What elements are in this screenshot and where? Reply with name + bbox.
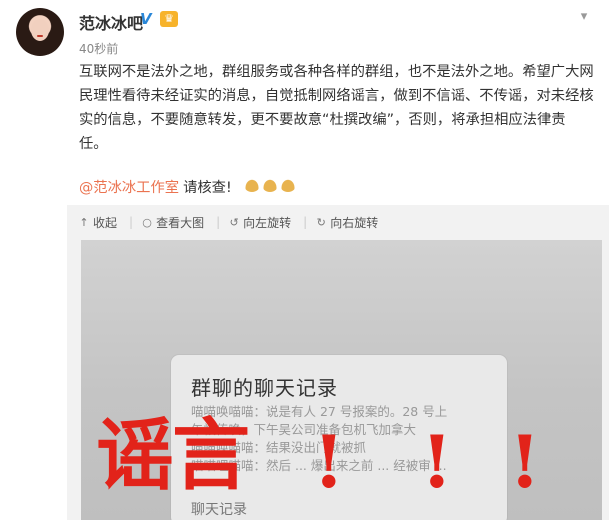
exclamation-mark: ! [509,419,541,504]
rotate-right-button[interactable]: ↻ 向右旋转 [315,214,379,231]
collapse-label: 收起 [93,215,118,230]
post-timestamp[interactable]: 40秒前 [79,40,118,57]
pray-emoji-group [244,177,298,199]
avatar[interactable] [16,8,64,56]
chevron-down-icon[interactable]: ▾ [577,10,591,24]
rotate-left-button[interactable]: ↺ 向左旋转 [228,214,292,231]
search-icon: ○ [142,215,152,229]
avatar-face [31,19,49,41]
image-toolbar: ↑ 收起 | ○ 查看大图 | ↺ 向左旋转 | ↻ 向右旋转 [78,208,382,236]
post-body: 互联网不是法外之地，群组服务或各种各样的群组，也不是法外之地。希望广大网民理性看… [79,64,594,152]
mention-row: @范冰冰工作室 请核查! [79,177,298,199]
crown-icon: ♛ [160,11,178,27]
collapse-icon: ↑ [79,215,89,229]
toolbar-divider: | [129,215,134,229]
avatar-lips [37,35,43,37]
pray-icon [280,178,297,192]
exclamation-mark: ! [421,419,453,504]
toolbar-divider: | [303,215,308,229]
exclamation-mark: ! [313,419,345,504]
mention-suffix: 请核查! [183,180,232,196]
author-name[interactable]: 范冰冰吧 [79,10,143,34]
pray-icon [244,178,261,192]
rotate-left-label: 向左旋转 [243,215,292,230]
view-large-button[interactable]: ○ 查看大图 [141,214,204,231]
toolbar-divider: | [216,215,221,229]
chat-footer: 聊天记录 [191,502,247,518]
pray-icon [262,178,279,192]
collapse-button[interactable]: ↑ 收起 [78,214,117,231]
rumor-stamp: 谣言 [96,410,250,501]
verified-icon: V [140,10,152,28]
post-image[interactable]: 群聊的聊天记录 喵喵唤喵喵：说是有人 27 号报案的。28 号上 午被传唤，下午… [81,240,602,520]
rotate-right-label: 向右旋转 [330,215,379,230]
chat-title: 群聊的聊天记录 [191,376,338,400]
view-large-label: 查看大图 [156,215,205,230]
mention-link[interactable]: @范冰冰工作室 [79,180,179,196]
rotate-right-icon: ↻ [316,215,326,229]
rotate-left-icon: ↺ [229,215,239,229]
